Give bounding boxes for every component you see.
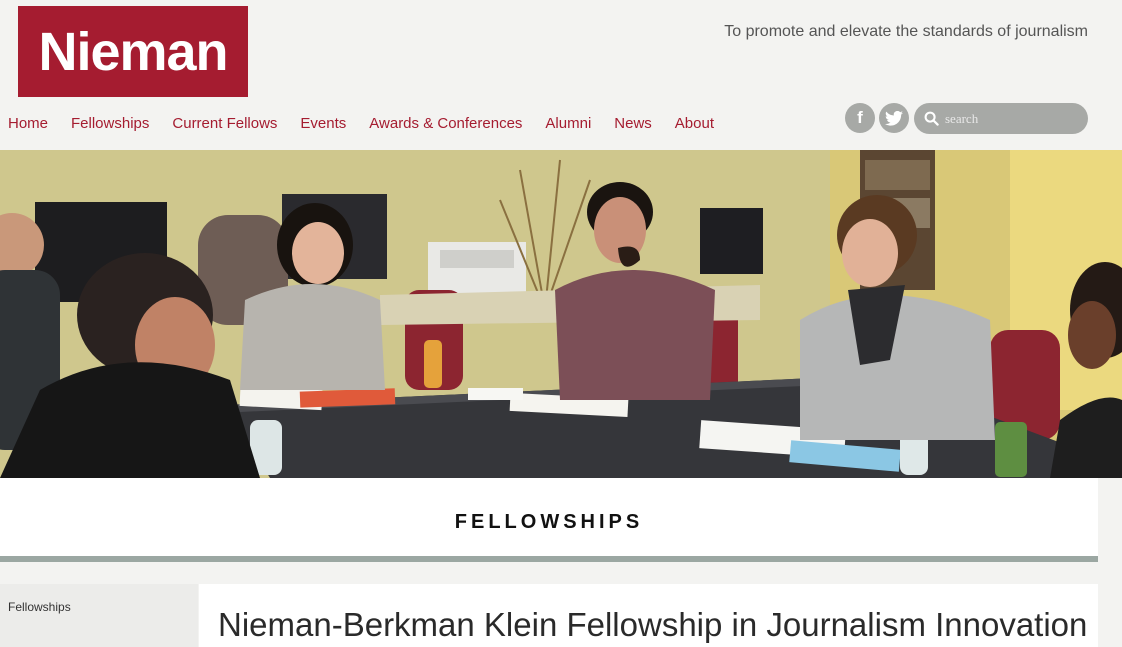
main-content: Nieman-Berkman Klein Fellowship in Journ… <box>199 584 1098 647</box>
section-banner: FELLOWSHIPS <box>0 478 1098 556</box>
facebook-icon[interactable]: f <box>845 103 875 133</box>
search-box[interactable] <box>914 103 1088 134</box>
nav-fellowships[interactable]: Fellowships <box>71 115 149 132</box>
main-nav: Home Fellowships Current Fellows Events … <box>8 115 714 132</box>
section-divider <box>0 556 1098 562</box>
nav-home[interactable]: Home <box>8 115 48 132</box>
meeting-illustration <box>0 150 1122 478</box>
nav-alumni[interactable]: Alumni <box>545 115 591 132</box>
search-input[interactable] <box>945 110 1075 127</box>
logo-text: Nieman <box>38 21 228 82</box>
nav-about[interactable]: About <box>675 115 714 132</box>
page-title: Nieman-Berkman Klein Fellowship in Journ… <box>218 606 1088 643</box>
nieman-logo[interactable]: Nieman <box>18 6 248 97</box>
nav-current-fellows[interactable]: Current Fellows <box>172 115 277 132</box>
twitter-icon[interactable] <box>879 103 909 133</box>
sidebar: Fellowships <box>0 584 198 647</box>
sidebar-item-fellowships[interactable]: Fellowships <box>8 600 71 614</box>
hero-photo <box>0 150 1122 478</box>
site-tagline: To promote and elevate the standards of … <box>724 23 1088 40</box>
section-title: FELLOWSHIPS <box>454 511 644 533</box>
social-links: f <box>845 103 909 133</box>
nav-awards-conferences[interactable]: Awards & Conferences <box>369 115 522 132</box>
nav-news[interactable]: News <box>614 115 652 132</box>
search-icon <box>924 111 939 126</box>
nav-events[interactable]: Events <box>300 115 346 132</box>
